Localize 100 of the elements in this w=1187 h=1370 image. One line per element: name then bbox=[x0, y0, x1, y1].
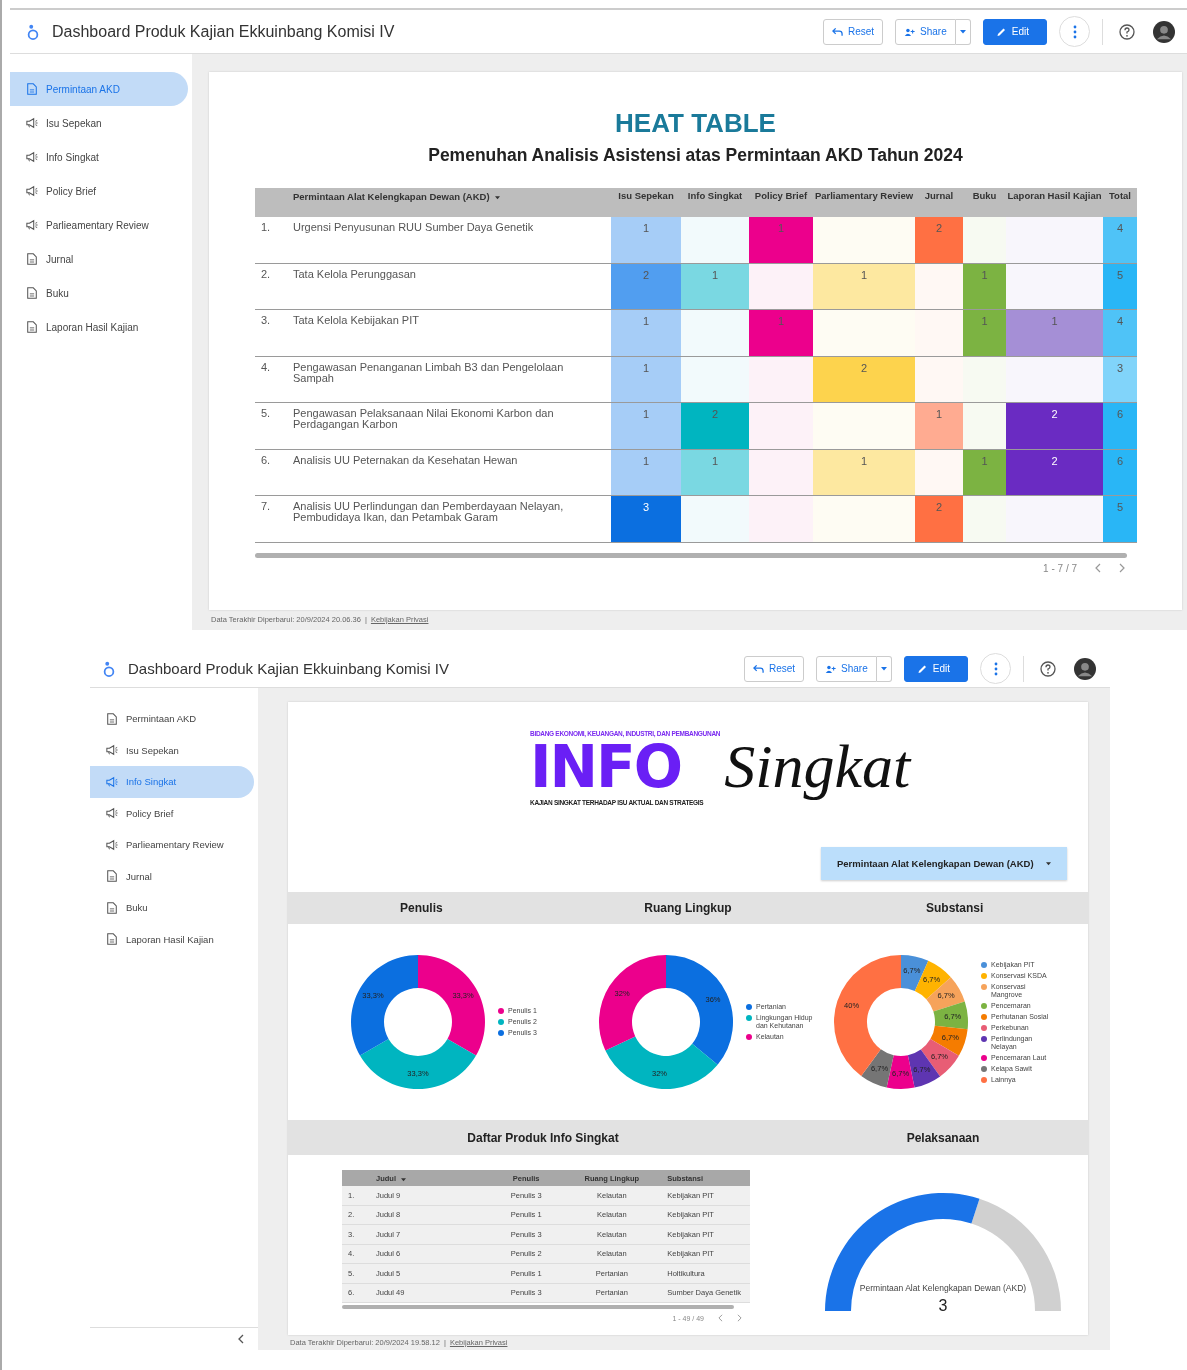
next-page-icon[interactable] bbox=[737, 1314, 742, 1322]
table-cell: 1 bbox=[611, 356, 681, 402]
scrollbar[interactable] bbox=[255, 552, 1127, 558]
column-header[interactable]: Buku bbox=[972, 191, 997, 200]
table-cell: 1 bbox=[963, 310, 1006, 356]
table-cell: 2 bbox=[1006, 449, 1103, 495]
sidebar-item[interactable]: Isu Sepekan bbox=[10, 106, 188, 140]
megaphone-icon bbox=[106, 838, 118, 851]
donut-slice bbox=[930, 1025, 968, 1056]
row-number: 5. bbox=[261, 407, 271, 419]
document-icon bbox=[26, 253, 38, 265]
previous-page-icon[interactable] bbox=[1095, 563, 1101, 573]
avatar-icon[interactable] bbox=[1074, 657, 1096, 680]
collapse-icon[interactable] bbox=[238, 1334, 244, 1344]
dashboard-title: Dashboard Produk Kajian Ekkuinbang Komisi IV bbox=[128, 660, 449, 677]
avatar-icon[interactable] bbox=[1153, 20, 1175, 43]
dashboard-title: Dashboard Produk Kajian Ekkuinbang Komisi IV bbox=[52, 22, 395, 41]
table-cell: 2 bbox=[915, 496, 963, 542]
table-cell: 2 bbox=[611, 263, 681, 309]
logo-icon bbox=[102, 659, 116, 678]
caret-icon bbox=[959, 29, 966, 34]
undo-icon bbox=[752, 663, 764, 674]
sidebar-item[interactable]: Parlieamentary Review bbox=[10, 208, 188, 242]
sidebar-item[interactable]: Jurnal bbox=[90, 860, 254, 892]
sidebar-item[interactable]: Info Singkat bbox=[10, 140, 188, 174]
table-cell: 1 bbox=[963, 263, 1006, 309]
reset-button[interactable]: Reset bbox=[743, 655, 805, 682]
more-options-button[interactable] bbox=[980, 653, 1011, 684]
document-icon bbox=[106, 901, 118, 914]
help-icon[interactable] bbox=[1040, 660, 1056, 677]
sidebar-item[interactable]: Permintaan AKD bbox=[90, 703, 254, 735]
chart-title: Ruang Lingkup bbox=[644, 901, 732, 915]
table-cell: Tata Kelola Kebijakan PIT bbox=[293, 314, 419, 326]
add-person-icon bbox=[904, 26, 916, 37]
table-cell: 1 bbox=[681, 449, 749, 495]
megaphone-icon bbox=[26, 185, 38, 197]
column-header[interactable]: Jurnal bbox=[924, 191, 954, 200]
document-icon bbox=[106, 933, 118, 946]
table-cell: Pengawasan Pelaksanaan Nilai Ekonomi Karbon dan Perdagangan Karbon bbox=[293, 407, 554, 430]
column-header[interactable]: Isu Sepekan bbox=[618, 191, 674, 200]
table-cell: 1 bbox=[611, 449, 681, 495]
next-page-icon[interactable] bbox=[1119, 563, 1125, 573]
sidebar-item[interactable]: Buku bbox=[10, 276, 188, 310]
column-header[interactable]: Parliamentary Review bbox=[814, 191, 914, 200]
table-cell: 3 bbox=[1103, 356, 1137, 402]
sidebar-item[interactable]: Laporan Hasil Kajian bbox=[90, 923, 254, 955]
table-cell: 1 bbox=[1006, 310, 1103, 356]
share-button[interactable]: Share bbox=[816, 655, 877, 682]
table-cell: 5 bbox=[1103, 263, 1137, 309]
share-button[interactable]: Share bbox=[895, 18, 956, 45]
sidebar-item[interactable]: Parlieamentary Review bbox=[90, 829, 254, 861]
table-cell: 1 bbox=[963, 449, 1006, 495]
caret-icon bbox=[1046, 861, 1051, 866]
megaphone-icon bbox=[26, 219, 38, 231]
document-icon bbox=[26, 321, 38, 333]
table-cell: Analisis UU Peternakan da Kesehatan Hewan bbox=[293, 453, 518, 466]
donut-slice bbox=[933, 1001, 968, 1030]
document-icon bbox=[106, 712, 118, 725]
table-cell: 1 bbox=[611, 217, 681, 263]
more-vertical-icon bbox=[993, 661, 998, 676]
reset-button[interactable]: Reset bbox=[822, 18, 884, 45]
edit-button[interactable]: Edit bbox=[982, 18, 1047, 45]
sidebar-item[interactable]: Laporan Hasil Kajian bbox=[10, 310, 188, 344]
scrollbar[interactable] bbox=[342, 1305, 734, 1309]
column-header[interactable]: Permintaan Alat Kelengkapan Dewan (AKD) bbox=[293, 192, 500, 201]
logo-script-text: Singkat bbox=[723, 731, 913, 802]
sidebar-item[interactable]: Jurnal bbox=[10, 242, 188, 276]
previous-page-icon[interactable] bbox=[718, 1314, 723, 1322]
pagination-text: 1 - 7 / 7 bbox=[1043, 562, 1077, 574]
table-cell: 3 bbox=[611, 496, 681, 542]
megaphone-icon bbox=[26, 151, 38, 163]
table-cell: 1 bbox=[611, 403, 681, 449]
edit-button[interactable]: Edit bbox=[903, 655, 968, 682]
logo-icon bbox=[26, 22, 40, 41]
document-icon bbox=[26, 83, 38, 95]
help-icon[interactable] bbox=[1119, 23, 1135, 40]
row-number: 6. bbox=[261, 453, 271, 466]
sidebar-item[interactable]: Policy Brief bbox=[90, 797, 254, 829]
column-header[interactable]: Total bbox=[1109, 191, 1131, 200]
table-cell: 1 bbox=[813, 449, 915, 495]
sidebar-item[interactable]: Isu Sepekan bbox=[90, 734, 254, 766]
table-cell: 2 bbox=[915, 217, 963, 263]
sort-caret-icon bbox=[494, 196, 500, 201]
filter-dropdown[interactable]: Permintaan Alat Kelengkapan Dewan (AKD) bbox=[821, 847, 1067, 880]
pencil-icon bbox=[995, 26, 1007, 37]
add-person-icon bbox=[825, 663, 837, 674]
table-cell: 1 bbox=[681, 263, 749, 309]
table-cell: Pengawasan Penanganan Limbah B3 dan Pengelolaan Sampah bbox=[293, 360, 564, 384]
row-number: 3. bbox=[261, 314, 271, 326]
sidebar-item[interactable]: Policy Brief bbox=[10, 174, 188, 208]
column-header[interactable]: Laporan Hasil Kajian bbox=[1007, 191, 1102, 200]
table-cell: 2 bbox=[1006, 403, 1103, 449]
sidebar-item[interactable]: Buku bbox=[90, 892, 254, 924]
more-options-button[interactable] bbox=[1059, 16, 1090, 47]
column-header[interactable]: Policy Brief bbox=[754, 191, 808, 200]
row-number: 7. bbox=[261, 500, 271, 512]
table-cell: 2 bbox=[681, 403, 749, 449]
megaphone-icon bbox=[106, 775, 118, 788]
column-header[interactable]: Info Singkat bbox=[687, 191, 743, 200]
table-cell: Analisis UU Perlindungan dan Pemberdayaan Nelayan, Pembudidaya Ikan, dan Petambak Garam bbox=[293, 500, 564, 523]
